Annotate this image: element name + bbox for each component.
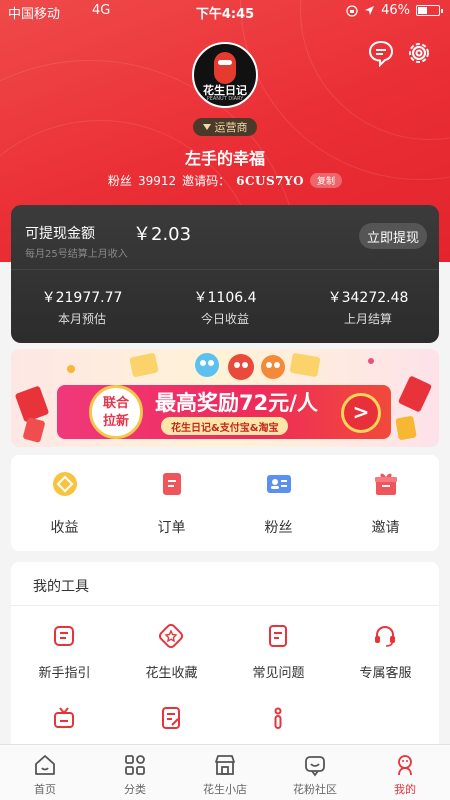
stat-today-earnings[interactable]: ￥1106.4 今日收益 [154,287,296,327]
badge-triangle-icon [202,124,211,130]
banner-headline: 最高奖励72元/人 [155,391,318,415]
tv-icon [54,707,74,728]
headset-icon [375,625,395,647]
balance-amount: ￥2.03 [133,224,192,245]
tab-label: 花生小店 [203,783,247,796]
tab-label: 首页 [34,783,56,796]
profile-meta: 粉丝 39912 邀请码： 6CUS7YO 复制 [0,172,450,189]
tools-title: 我的工具 [33,579,89,595]
stat-label: 本月预估 [57,312,106,326]
promo-banner[interactable]: 联合 拉新 最高奖励72元/人 花生日记&支付宝&淘宝 > [11,349,439,447]
quick-invite[interactable]: 邀请 [332,455,439,551]
rotation-lock-icon [346,4,358,17]
username: 左手的幸福 [184,149,265,168]
banner-badge: 联合 拉新 [89,385,143,439]
stat-value: ￥1106.4 [193,290,257,306]
role-badge: 运营商 [193,118,257,136]
balance-card: 可提现金额 ￥2.03 每月25号结算上月收入 立即提现 ￥21977.77 本… [11,205,439,343]
status-bar: 中国移动 4G 下午4:45 46% [0,0,450,22]
settings-gear-icon[interactable] [404,38,434,68]
settlement-note: 每月25号结算上月收入 [25,249,128,260]
battery-percent: 46% [381,3,410,18]
quick-label: 粉丝 [264,520,293,536]
banner-arrow-button[interactable]: > [341,393,381,433]
peanut-eyes [218,60,232,65]
quick-actions-card: 收益 订单 粉丝 邀请 [11,455,439,551]
home-icon [35,755,55,775]
star-icon [159,624,183,648]
tab-label: 我的 [394,783,416,796]
tools-separator [11,605,439,606]
balance-label: 可提现金额 [25,226,95,242]
profile-icon [398,755,412,776]
avatar[interactable]: 花生日记 PEANUT DIARY [192,42,258,108]
banner-subline: 花生日记&支付宝&淘宝 [161,417,289,435]
shop-icon [215,755,235,775]
tool-favorites[interactable]: 花生收藏 [118,610,225,690]
tool-label: 专属客服 [359,666,412,681]
fans-card-icon [267,475,291,493]
tab-profile[interactable]: 我的 [360,745,450,800]
tool-notes[interactable] [118,692,225,752]
tab-home[interactable]: 首页 [0,745,90,800]
quick-orders[interactable]: 订单 [118,455,225,551]
stat-month-estimate[interactable]: ￥21977.77 本月预估 [11,287,153,327]
banner-badge-line1: 联合 [102,396,129,411]
tab-category[interactable]: 分类 [90,745,180,800]
stat-label: 上月结算 [343,312,392,326]
tool-newbie-guide[interactable]: 新手指引 [11,610,118,690]
community-icon [305,756,325,777]
category-icon [125,755,145,775]
withdraw-button[interactable]: 立即提现 [358,223,427,249]
coin-icon [53,472,77,496]
invite-code: 6CUS7YO [236,173,305,188]
message-icon[interactable] [366,38,396,68]
status-right: 46% [346,3,443,18]
tool-faq[interactable]: 常见问题 [225,610,332,690]
banner-badge-line2: 拉新 [102,414,129,429]
quick-fans[interactable]: 粉丝 [225,455,332,551]
tools-card: 我的工具 新手指引 花生收藏 常见问题 专属客服 [11,562,439,752]
faq-icon [269,625,287,647]
copy-button[interactable]: 复制 [310,173,343,188]
tool-label: 新手指引 [38,666,91,681]
stat-label: 今日收益 [200,312,249,326]
fans-label: 粉丝 [107,174,132,188]
battery-icon [416,5,443,16]
battery-level [418,7,428,14]
gift-icon [375,473,397,495]
quick-earnings[interactable]: 收益 [11,455,118,551]
stat-value: ￥21977.77 [41,290,123,306]
peanut-logo-shape [214,52,236,84]
guide-icon [54,626,74,646]
tab-bar: 首页 分类 花生小店 花粉社区 我的 [0,744,450,800]
quick-label: 收益 [50,520,79,536]
tab-label: 分类 [124,783,146,796]
tool-video[interactable] [11,692,118,752]
stat-value: ￥34272.48 [327,290,409,306]
tab-community[interactable]: 花粉社区 [270,745,360,800]
tool-label: 花生收藏 [145,666,198,681]
invite-label: 邀请码： [182,174,231,188]
edit-note-icon [162,707,180,729]
role-badge-label: 运营商 [214,121,248,134]
order-icon [163,473,181,495]
tab-shop[interactable]: 花生小店 [180,745,270,800]
tool-customer-service[interactable]: 专属客服 [332,610,439,690]
tab-label: 花粉社区 [293,783,337,796]
stat-last-month[interactable]: ￥34272.48 上月结算 [297,287,439,327]
avatar-brand-en: PEANUT DIARY [206,96,244,102]
tool-label: 常见问题 [252,666,305,681]
fans-count: 39912 [137,173,177,188]
quick-label: 订单 [157,520,186,536]
balance-divider [11,269,439,270]
info-icon [274,707,282,729]
location-icon [365,6,375,15]
quick-label: 邀请 [371,520,400,536]
tool-info[interactable] [225,692,332,752]
